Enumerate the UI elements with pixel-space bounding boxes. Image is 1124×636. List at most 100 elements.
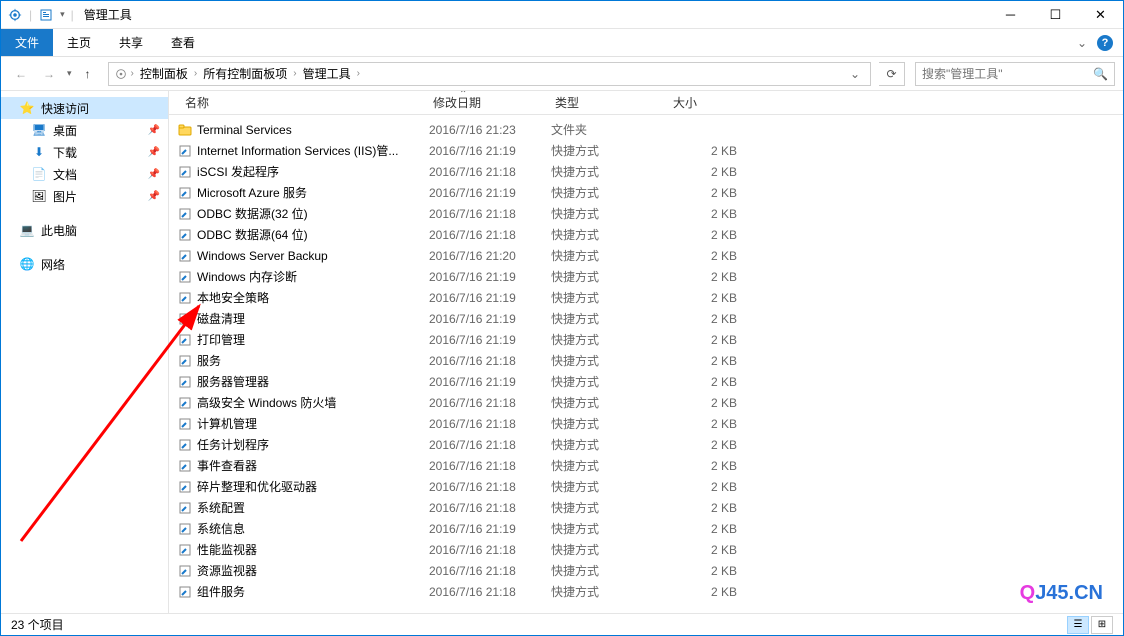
qat-dropdown-icon[interactable]: ▾ [60,9,65,20]
file-row[interactable]: 服务器管理器 2016/7/16 21:19 快捷方式 2 KB [169,371,1123,392]
file-row[interactable]: 性能监视器 2016/7/16 21:18 快捷方式 2 KB [169,539,1123,560]
file-size: 2 KB [669,186,749,200]
file-date: 2016/7/16 21:19 [429,144,551,158]
file-row[interactable]: 资源监视器 2016/7/16 21:18 快捷方式 2 KB [169,560,1123,581]
file-row[interactable]: 系统配置 2016/7/16 21:18 快捷方式 2 KB [169,497,1123,518]
sidebar-label: 图片 [53,188,77,205]
file-size: 2 KB [669,543,749,557]
file-type: 快捷方式 [551,331,669,348]
file-icon [177,332,193,348]
file-name: 打印管理 [197,331,429,348]
file-row[interactable]: ODBC 数据源(64 位) 2016/7/16 21:18 快捷方式 2 KB [169,224,1123,245]
file-name: Windows 内存诊断 [197,268,429,285]
file-date: 2016/7/16 21:18 [429,438,551,452]
file-date: 2016/7/16 21:19 [429,270,551,284]
sidebar-desktop[interactable]: 🖥 桌面 📌 [1,119,168,141]
file-type: 快捷方式 [551,289,669,306]
file-row[interactable]: Internet Information Services (IIS)管... … [169,140,1123,161]
maximize-button[interactable]: ☐ [1033,1,1078,29]
pin-icon: 📌 [148,169,160,180]
file-row[interactable]: 组件服务 2016/7/16 21:18 快捷方式 2 KB [169,581,1123,602]
sidebar-downloads[interactable]: ⬇ 下载 📌 [1,141,168,163]
file-icon [177,290,193,306]
sidebar-network[interactable]: 🌐 网络 [1,253,168,275]
breadcrumb-dropdown-icon[interactable]: ⌄ [844,67,866,81]
icons-view-button[interactable]: ⊞ [1091,616,1113,634]
column-header-name[interactable]: 名称 [177,94,425,111]
help-icon[interactable]: ? [1097,35,1113,51]
file-row[interactable]: Windows 内存诊断 2016/7/16 21:19 快捷方式 2 KB [169,266,1123,287]
file-row[interactable]: 任务计划程序 2016/7/16 21:18 快捷方式 2 KB [169,434,1123,455]
up-button[interactable]: ↑ [76,62,100,86]
file-row[interactable]: 磁盘清理 2016/7/16 21:19 快捷方式 2 KB [169,308,1123,329]
back-button[interactable]: ← [9,62,33,86]
sidebar-documents[interactable]: 📄 文档 📌 [1,163,168,185]
details-view-button[interactable]: ☰ [1067,616,1089,634]
sidebar-pictures[interactable]: 🖼 图片 📌 [1,185,168,207]
file-row[interactable]: 事件查看器 2016/7/16 21:18 快捷方式 2 KB [169,455,1123,476]
file-date: 2016/7/16 21:18 [429,585,551,599]
tab-file[interactable]: 文件 [1,29,53,56]
file-row[interactable]: ODBC 数据源(32 位) 2016/7/16 21:18 快捷方式 2 KB [169,203,1123,224]
file-row[interactable]: 高级安全 Windows 防火墙 2016/7/16 21:18 快捷方式 2 … [169,392,1123,413]
expand-ribbon-icon[interactable]: ⌄ [1077,36,1087,50]
ribbon-tabs: 文件 主页 共享 查看 ⌄ ? [1,29,1123,57]
file-icon [177,500,193,516]
file-date: 2016/7/16 21:18 [429,543,551,557]
location-icon [113,66,129,82]
file-size: 2 KB [669,144,749,158]
downloads-icon: ⬇ [31,144,47,160]
file-icon [177,185,193,201]
close-button[interactable]: ✕ [1078,1,1123,29]
file-row[interactable]: iSCSI 发起程序 2016/7/16 21:18 快捷方式 2 KB [169,161,1123,182]
search-input[interactable] [922,67,1093,81]
file-row[interactable]: 系统信息 2016/7/16 21:19 快捷方式 2 KB [169,518,1123,539]
tab-home[interactable]: 主页 [53,29,105,56]
tab-share[interactable]: 共享 [105,29,157,56]
breadcrumb-item[interactable]: 所有控制面板项 [199,65,291,82]
file-row[interactable]: 碎片整理和优化驱动器 2016/7/16 21:18 快捷方式 2 KB [169,476,1123,497]
file-row[interactable]: Microsoft Azure 服务 2016/7/16 21:19 快捷方式 … [169,182,1123,203]
column-header-date[interactable]: 修改日期 [425,94,547,111]
column-header-type[interactable]: 类型 [547,94,665,111]
file-row[interactable]: 计算机管理 2016/7/16 21:18 快捷方式 2 KB [169,413,1123,434]
breadcrumb-separator-icon: › [129,68,136,79]
file-icon [177,416,193,432]
sidebar-quick-access[interactable]: ⭐ 快速访问 [1,97,168,119]
file-icon [177,122,193,138]
search-icon[interactable]: 🔍 [1093,67,1108,81]
documents-icon: 📄 [31,166,47,182]
separator: | [71,8,74,22]
breadcrumb-item[interactable]: 管理工具 [299,65,355,82]
view-mode-buttons: ☰ ⊞ [1067,616,1113,634]
file-icon [177,521,193,537]
file-date: 2016/7/16 21:19 [429,375,551,389]
tab-view[interactable]: 查看 [157,29,209,56]
file-icon [177,269,193,285]
column-header-size[interactable]: 大小 [665,94,745,111]
file-row[interactable]: 打印管理 2016/7/16 21:19 快捷方式 2 KB [169,329,1123,350]
file-size: 2 KB [669,417,749,431]
content: ⭐ 快速访问 🖥 桌面 📌 ⬇ 下载 📌 📄 文档 📌 🖼 图片 📌 💻 此电脑 [1,91,1123,613]
file-row[interactable]: Terminal Services 2016/7/16 21:23 文件夹 [169,119,1123,140]
file-row[interactable]: Windows Server Backup 2016/7/16 21:20 快捷… [169,245,1123,266]
file-list[interactable]: Terminal Services 2016/7/16 21:23 文件夹 In… [169,115,1123,613]
file-size: 2 KB [669,459,749,473]
minimize-button[interactable]: ─ [988,1,1033,29]
desktop-icon: 🖥 [31,122,47,138]
breadcrumb-item[interactable]: 控制面板 [136,65,192,82]
file-name: Terminal Services [197,123,429,137]
file-icon [177,479,193,495]
file-name: 系统信息 [197,520,429,537]
file-row[interactable]: 本地安全策略 2016/7/16 21:19 快捷方式 2 KB [169,287,1123,308]
breadcrumb[interactable]: › 控制面板 › 所有控制面板项 › 管理工具 › ⌄ [108,62,871,86]
forward-button[interactable]: → [37,62,61,86]
file-name: ODBC 数据源(32 位) [197,205,429,222]
file-name: 本地安全策略 [197,289,429,306]
qat-properties-icon[interactable] [38,7,54,23]
search-box[interactable]: 🔍 [915,62,1115,86]
history-dropdown-icon[interactable]: ▾ [67,68,72,79]
refresh-button[interactable]: ⟳ [879,62,905,86]
sidebar-this-pc[interactable]: 💻 此电脑 [1,219,168,241]
file-row[interactable]: 服务 2016/7/16 21:18 快捷方式 2 KB [169,350,1123,371]
